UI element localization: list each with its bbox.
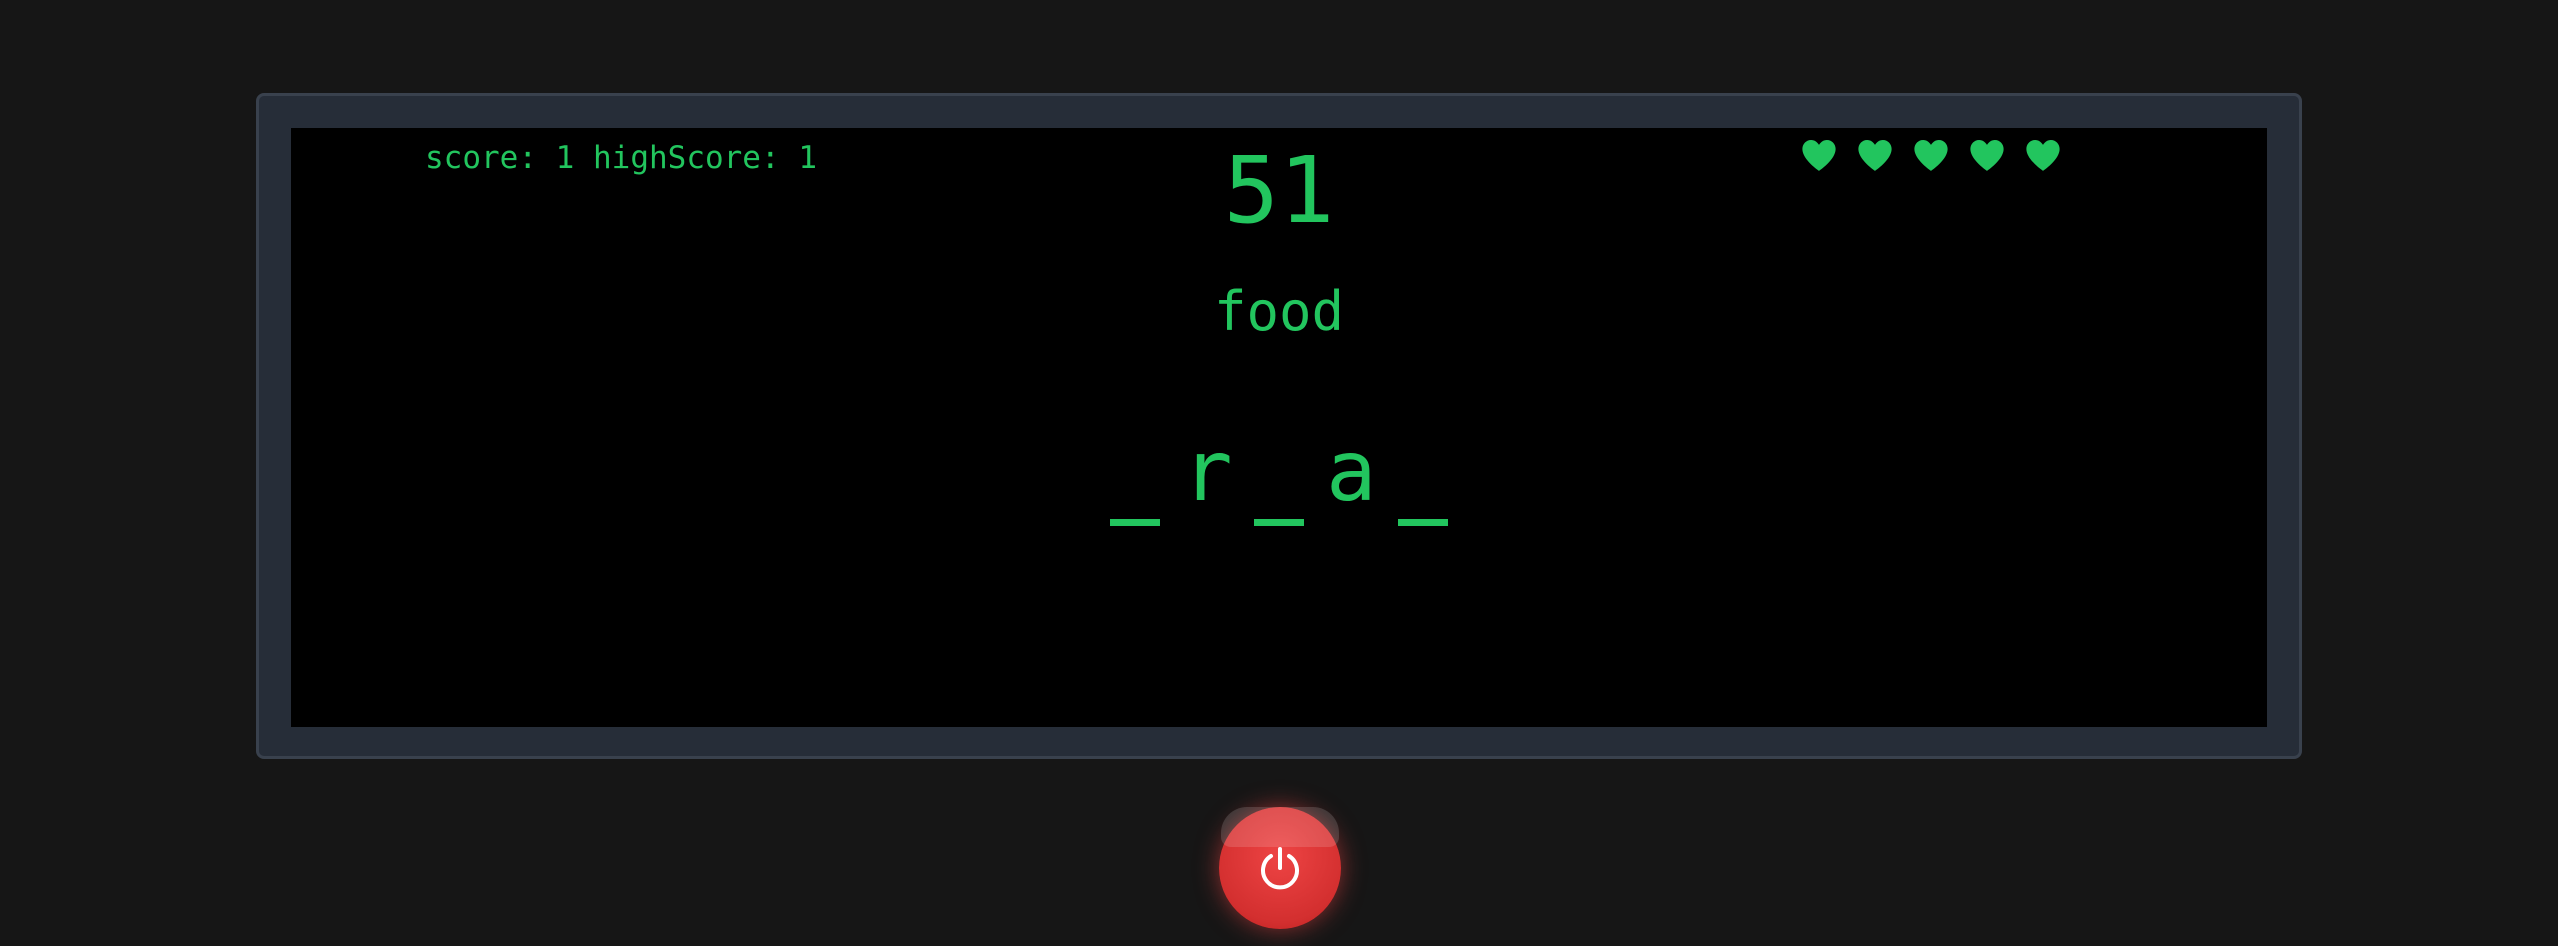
highscore-label: highScore: — [593, 140, 780, 176]
score-label: score: — [425, 140, 537, 176]
power-button[interactable] — [1219, 807, 1341, 929]
heart-icon — [1856, 137, 1894, 173]
blank-letter-slot — [1110, 426, 1160, 526]
game-screen: score: 1 highScore: 1 51 food ra — [291, 128, 2267, 727]
revealed-letter: r — [1182, 422, 1233, 520]
score-display: score: 1 highScore: 1 — [425, 138, 817, 178]
score-value: 1 — [555, 140, 575, 176]
heart-icon — [1800, 137, 1838, 173]
blank-letter-slot — [1398, 426, 1448, 526]
heart-icon — [2024, 137, 2062, 173]
revealed-letter: a — [1326, 422, 1377, 520]
heart-icon — [1912, 137, 1950, 173]
countdown-timer: 51 — [1223, 137, 1335, 244]
lives-display — [1800, 137, 2062, 173]
power-icon — [1255, 843, 1305, 893]
button-highlight — [1221, 807, 1339, 847]
word-puzzle: ra — [979, 426, 1579, 526]
blank-letter-slot — [1254, 426, 1304, 526]
highscore-value: 1 — [798, 140, 817, 176]
word-category: food — [1213, 280, 1345, 343]
heart-icon — [1968, 137, 2006, 173]
